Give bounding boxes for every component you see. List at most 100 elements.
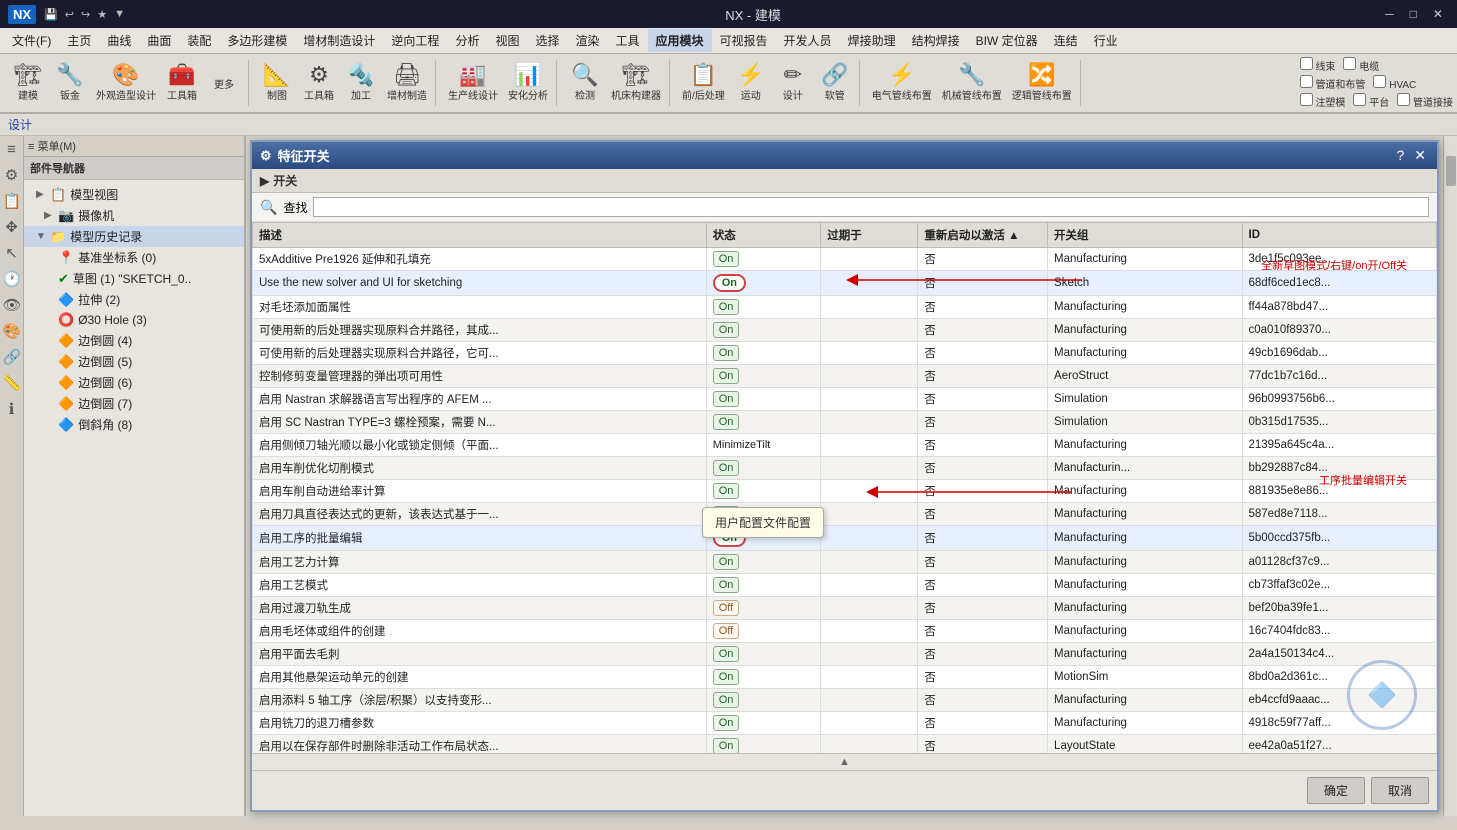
menu-surface[interactable]: 曲面 [139, 29, 179, 52]
table-row[interactable]: 启用工艺模式 On 否 Manufacturing cb73ffaf3c02e.… [253, 574, 1437, 597]
menu-tools[interactable]: 工具 [608, 29, 648, 52]
menu-home[interactable]: 主页 [59, 29, 99, 52]
td-status[interactable]: On [706, 271, 820, 296]
tb-btn-drawing[interactable]: 📐 制图 [257, 62, 297, 104]
td-status[interactable]: On [706, 712, 820, 735]
th-id[interactable]: ID [1242, 223, 1437, 248]
tree-item-sketch[interactable]: ✔ 草图 (1) "SKETCH_0.. [24, 268, 244, 289]
menu-developer[interactable]: 开发人员 [776, 29, 840, 52]
save-icon[interactable]: 💾 [42, 8, 60, 21]
td-status[interactable]: On [706, 574, 820, 597]
tree-item-datum[interactable]: 📍 基准坐标系 (0) [24, 247, 244, 268]
td-status[interactable]: On [706, 689, 820, 712]
menu-visual-report[interactable]: 可视报告 [712, 29, 776, 52]
table-row[interactable]: 启用过渡刀轨生成 Off 否 Manufacturing bef20ba39fe… [253, 597, 1437, 620]
maximize-button[interactable]: □ [1404, 5, 1423, 23]
td-status[interactable]: MinimizeTilt [706, 434, 820, 457]
tb-btn-styling[interactable]: 🎨 外观造型设计 [92, 62, 160, 104]
menu-curve[interactable]: 曲线 [99, 29, 139, 52]
table-row[interactable]: 对毛坯添加面属性 On 否 Manufacturing ff44a878bd47… [253, 296, 1437, 319]
tb-btn-toolbox[interactable]: 🧰 工具箱 [162, 62, 202, 104]
td-status[interactable]: On [706, 319, 820, 342]
cb-hvac[interactable] [1373, 75, 1386, 88]
table-row[interactable]: 启用以在保存部件时删除非活动工作布局状态... On 否 LayoutState… [253, 735, 1437, 754]
search-input[interactable] [313, 197, 1429, 217]
menu-biw[interactable]: BIW 定位器 [968, 29, 1046, 52]
menu-reverse[interactable]: 逆向工程 [383, 29, 447, 52]
table-row[interactable]: 启用其他悬架运动单元的创建 On 否 MotionSim 8bd0a2d361c… [253, 666, 1437, 689]
menu-assembly[interactable]: 装配 [179, 29, 219, 52]
tb-btn-additive[interactable]: 🖨 增材制造 [383, 62, 431, 104]
td-status[interactable]: On [706, 643, 820, 666]
tb-btn-elec-routing[interactable]: ⚡ 电气管线布置 [868, 62, 936, 104]
table-row[interactable]: 控制修剪变量管理器的弹出项可用性 On 否 AeroStruct 77dc1b7… [253, 365, 1437, 388]
lv-hamburger[interactable]: ≡ [1, 138, 23, 161]
menu-render[interactable]: 渲染 [567, 29, 607, 52]
tb-btn-inspect[interactable]: 🔍 检测 [565, 62, 605, 104]
td-status[interactable]: On [706, 388, 820, 411]
table-row[interactable]: 启用刀具直径表达式的更新，该表达式基于一... On 否 Manufacturi… [253, 503, 1437, 526]
td-status[interactable]: On [706, 411, 820, 434]
lv-view[interactable]: 👁 [1, 293, 23, 317]
table-row[interactable]: 启用毛坯体或组件的创建 Off 否 Manufacturing 16c7404f… [253, 620, 1437, 643]
lv-measure[interactable]: 📏 [1, 371, 23, 395]
minimize-button[interactable]: ─ [1379, 5, 1400, 23]
table-row[interactable]: 启用工序的批量编辑 On 否 Manufacturing 5b00ccd375f… [253, 526, 1437, 551]
lv-color[interactable]: 🎨 [1, 319, 23, 343]
td-status[interactable]: On [706, 365, 820, 388]
tb-btn-machining[interactable]: 🔩 加工 [341, 62, 381, 104]
table-row[interactable]: Use the new solver and UI for sketching … [253, 271, 1437, 296]
tb-btn-machine-builder[interactable]: 🏗 机床构建器 [607, 62, 665, 104]
cb-platform[interactable] [1353, 93, 1366, 106]
th-restart[interactable]: 重新启动以激活 ▲ [918, 223, 1048, 248]
cancel-button[interactable]: 取消 [1371, 777, 1429, 804]
table-row[interactable]: 启用车削优化切削模式 On 否 Manufacturin... bb292887… [253, 457, 1437, 480]
cb-pipe-layout[interactable] [1300, 75, 1313, 88]
tree-item-camera[interactable]: ▶ 📷 摄像机 [24, 205, 244, 226]
table-row[interactable]: 5xAdditive Pre1926 延伸和孔填充 On 否 Manufactu… [253, 248, 1437, 271]
menu-file[interactable]: 文件(F) [4, 29, 59, 52]
scroll-indicator[interactable]: ▲ [252, 753, 1437, 770]
tb-btn-prepost[interactable]: 📋 前/后处理 [678, 62, 729, 104]
tb-btn-mech-routing[interactable]: 🔧 机械管线布置 [938, 62, 1006, 104]
cb-wire[interactable] [1300, 57, 1313, 70]
more-icon[interactable]: ▼ [112, 8, 127, 21]
td-status[interactable]: On [706, 457, 820, 480]
table-row[interactable]: 启用侧倾刀轴光顺以最小化或锁定侧倾（平面... MinimizeTilt 否 M… [253, 434, 1437, 457]
lv-select[interactable]: ↖ [1, 241, 23, 265]
td-status[interactable]: On [706, 551, 820, 574]
tree-item-model-view[interactable]: ▶ 📋 模型视图 [24, 184, 244, 205]
tb-btn-hose[interactable]: 🔗 软管 [815, 62, 855, 104]
tree-item-edge7[interactable]: 🔶 边倒圆 (7) [24, 393, 244, 414]
th-expire[interactable]: 过期于 [821, 223, 918, 248]
cb-cable[interactable] [1343, 57, 1356, 70]
lv-snap[interactable]: 🔗 [1, 345, 23, 369]
dialog-close-button[interactable]: ✕ [1411, 147, 1429, 164]
td-status[interactable]: Off [706, 620, 820, 643]
tree-item-history[interactable]: ▼ 📁 模型历史记录 [24, 226, 244, 247]
td-status[interactable]: On [706, 666, 820, 689]
tb-btn-sheetmetal[interactable]: 🔧 钣金 [50, 62, 90, 104]
td-status[interactable]: On [706, 248, 820, 271]
table-row[interactable]: 可使用新的后处理器实现原料合并路径，其成... On 否 Manufacturi… [253, 319, 1437, 342]
table-row[interactable]: 启用工艺力计算 On 否 Manufacturing a01128cf37c9.… [253, 551, 1437, 574]
table-row[interactable]: 启用 SC Nastran TYPE=3 螺栓预案，需要 N... On 否 S… [253, 411, 1437, 434]
tree-item-edge4[interactable]: 🔶 边倒圆 (4) [24, 330, 244, 351]
menu-industry[interactable]: 行业 [1086, 29, 1126, 52]
menu-additive[interactable]: 增材制造设计 [295, 29, 383, 52]
table-row[interactable]: 启用铣刀的退刀槽参数 On 否 Manufacturing 4918c59f77… [253, 712, 1437, 735]
lv-history[interactable]: 🕐 [1, 267, 23, 291]
menu-analysis[interactable]: 分析 [447, 29, 487, 52]
tree-item-edge5[interactable]: 🔶 边倒圆 (5) [24, 351, 244, 372]
td-status[interactable]: Off [706, 597, 820, 620]
tb-btn-more[interactable]: 更多 [204, 73, 244, 93]
ok-button[interactable]: 确定 [1307, 777, 1365, 804]
lv-move[interactable]: ✥ [1, 215, 23, 239]
tb-btn-optimize[interactable]: 📊 安化分析 [504, 62, 552, 104]
td-status[interactable]: On [706, 480, 820, 503]
scrollbar[interactable] [1443, 136, 1457, 816]
tree-item-edge6[interactable]: 🔶 边倒圆 (6) [24, 372, 244, 393]
close-button[interactable]: ✕ [1427, 5, 1449, 23]
sidebar-hamburger[interactable]: ≡ 菜单(M) [28, 138, 76, 154]
td-status[interactable]: On [706, 296, 820, 319]
